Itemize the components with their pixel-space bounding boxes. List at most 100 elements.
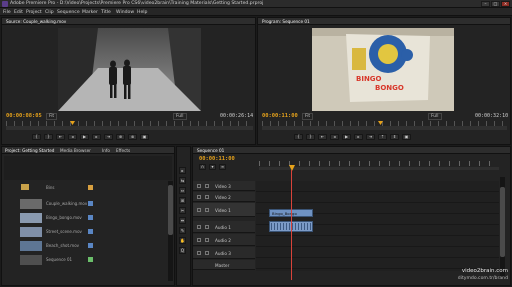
- step-forward-button[interactable]: ▸: [92, 134, 101, 140]
- track-select-tool-icon[interactable]: ⇆: [179, 177, 186, 184]
- go-to-out-button[interactable]: ⇥: [104, 134, 113, 140]
- lock-icon[interactable]: [205, 238, 209, 242]
- hand-tool-icon[interactable]: ✋: [179, 237, 186, 244]
- export-frame-button[interactable]: ▣: [140, 134, 149, 140]
- source-zoom-bar[interactable]: [6, 126, 253, 130]
- linked-selection-icon[interactable]: ∞: [219, 164, 226, 170]
- play-button[interactable]: ▶: [80, 134, 89, 140]
- lift-button[interactable]: ⇡: [378, 134, 387, 140]
- lock-icon[interactable]: [205, 225, 209, 229]
- eye-icon[interactable]: [197, 184, 201, 188]
- program-fit-dropdown[interactable]: Fit: [302, 113, 314, 120]
- program-go-to-out-button[interactable]: ⇥: [366, 134, 375, 140]
- menu-sequence[interactable]: Sequence: [57, 10, 80, 15]
- menu-title[interactable]: Title: [101, 10, 111, 15]
- razor-tool-icon[interactable]: ✂: [179, 207, 186, 214]
- close-button[interactable]: ×: [501, 1, 510, 7]
- program-step-back-button[interactable]: ◂: [330, 134, 339, 140]
- label-color-swatch: [88, 201, 93, 206]
- menu-project[interactable]: Project: [26, 10, 42, 15]
- rolling-edit-tool-icon[interactable]: ⊞: [179, 197, 186, 204]
- source-resolution-dropdown[interactable]: Full: [173, 113, 187, 120]
- timeline-toolbar: ∩ ▾ ∞: [199, 164, 226, 170]
- project-scrollbar[interactable]: [168, 181, 173, 281]
- lock-icon[interactable]: [205, 195, 209, 199]
- insert-button[interactable]: ⊕: [116, 134, 125, 140]
- tab-source[interactable]: Source: Couple_walking.mov: [6, 19, 66, 24]
- list-item[interactable]: Street_scene.mov: [4, 226, 168, 237]
- list-item[interactable]: Couple_walking.mov: [4, 198, 168, 209]
- track-header-video-1[interactable]: Video 1: [193, 203, 255, 217]
- timeline-timecode[interactable]: 00:00:11:00: [199, 156, 235, 162]
- program-video-frame[interactable]: BINGO BONGO: [312, 28, 454, 111]
- speaker-icon[interactable]: [197, 251, 201, 255]
- speaker-icon[interactable]: [197, 238, 201, 242]
- project-panel: Project: Getting Started Media Browser I…: [1, 146, 175, 286]
- tab-media-browser[interactable]: Media Browser: [60, 148, 91, 153]
- tab-program[interactable]: Program: Sequence 01: [262, 19, 310, 24]
- lock-icon[interactable]: [205, 208, 209, 212]
- mark-in-button[interactable]: {: [32, 134, 41, 140]
- list-item[interactable]: Bins: [4, 182, 168, 193]
- source-timecode-current[interactable]: 00:00:08:05: [6, 113, 42, 119]
- program-resolution-dropdown[interactable]: Full: [428, 113, 442, 120]
- program-mark-out-button[interactable]: }: [306, 134, 315, 140]
- program-step-forward-button[interactable]: ▸: [354, 134, 363, 140]
- window-controls: – □ ×: [481, 1, 510, 7]
- timeline-scrollbar[interactable]: [500, 177, 505, 277]
- go-to-in-button[interactable]: ⇤: [56, 134, 65, 140]
- track-header-master[interactable]: Master: [193, 260, 255, 270]
- clip-thumbnail: [20, 227, 42, 237]
- maximize-button[interactable]: □: [491, 1, 500, 7]
- step-back-button[interactable]: ◂: [68, 134, 77, 140]
- menu-clip[interactable]: Clip: [45, 10, 54, 15]
- snap-icon[interactable]: ∩: [199, 164, 206, 170]
- timeline-ruler[interactable]: [259, 161, 499, 166]
- add-marker-icon[interactable]: ▾: [209, 164, 216, 170]
- menu-marker[interactable]: Marker: [82, 10, 98, 15]
- program-export-frame-button[interactable]: ▣: [402, 134, 411, 140]
- tab-project[interactable]: Project: Getting Started: [5, 148, 54, 153]
- lock-icon[interactable]: [205, 251, 209, 255]
- work-area-bar[interactable]: [259, 167, 499, 170]
- tab-effects[interactable]: Effects: [116, 148, 130, 153]
- eye-icon[interactable]: [197, 208, 201, 212]
- minimize-button[interactable]: –: [481, 1, 490, 7]
- program-go-to-in-button[interactable]: ⇤: [318, 134, 327, 140]
- speaker-icon[interactable]: [197, 225, 201, 229]
- program-play-button[interactable]: ▶: [342, 134, 351, 140]
- track-header-audio-1[interactable]: Audio 1: [193, 221, 255, 233]
- program-timecode-current[interactable]: 00:00:11:00: [262, 113, 298, 119]
- clip-thumbnail: [20, 213, 42, 223]
- menu-edit[interactable]: Edit: [14, 10, 23, 15]
- slip-tool-icon[interactable]: ⇹: [179, 217, 186, 224]
- title-bar: Adobe Premiere Pro - D:\Video\Projects\P…: [0, 0, 512, 8]
- lock-icon[interactable]: [205, 184, 209, 188]
- tab-sequence[interactable]: Sequence 01: [197, 148, 224, 153]
- menu-help[interactable]: Help: [137, 10, 147, 15]
- menu-window[interactable]: Window: [116, 10, 134, 15]
- clip-thumbnail: [20, 255, 42, 265]
- list-item[interactable]: Sequence 01: [4, 254, 168, 265]
- list-item[interactable]: Beach_shot.mov: [4, 240, 168, 251]
- source-video-frame[interactable]: [58, 28, 201, 111]
- track-header-video-3[interactable]: Video 3: [193, 181, 255, 191]
- source-fit-dropdown[interactable]: Fit: [46, 113, 58, 120]
- program-mark-in-button[interactable]: {: [294, 134, 303, 140]
- tab-info[interactable]: Info: [102, 148, 110, 153]
- menu-bar: File Edit Project Clip Sequence Marker T…: [0, 8, 512, 16]
- track-header-video-2[interactable]: Video 2: [193, 192, 255, 202]
- menu-file[interactable]: File: [3, 10, 11, 15]
- extract-button[interactable]: ⇞: [390, 134, 399, 140]
- track-header-audio-2[interactable]: Audio 2: [193, 234, 255, 246]
- selection-tool-icon[interactable]: ▸: [179, 167, 186, 174]
- zoom-tool-icon[interactable]: Q: [179, 247, 186, 254]
- track-header-audio-3[interactable]: Audio 3: [193, 247, 255, 259]
- program-zoom-bar[interactable]: [262, 126, 507, 130]
- list-item[interactable]: Bingo_bongo.mov: [4, 212, 168, 223]
- pen-tool-icon[interactable]: ✎: [179, 227, 186, 234]
- overwrite-button[interactable]: ⊗: [128, 134, 137, 140]
- eye-icon[interactable]: [197, 195, 201, 199]
- mark-out-button[interactable]: }: [44, 134, 53, 140]
- ripple-edit-tool-icon[interactable]: ⇔: [179, 187, 186, 194]
